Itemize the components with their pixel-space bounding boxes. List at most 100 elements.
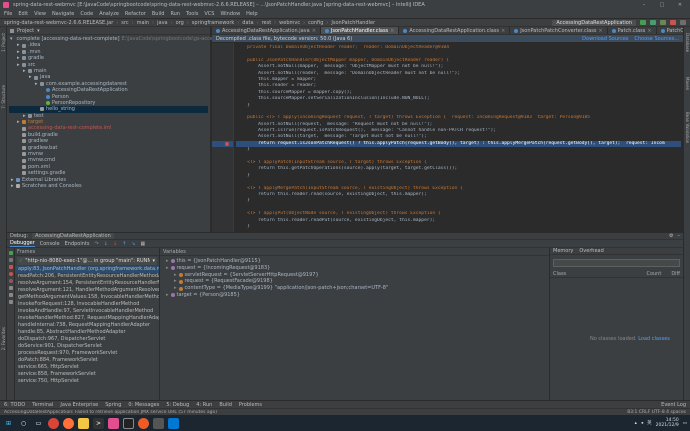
stack-frame[interactable]: processRequest:970, FrameworkServlet <box>15 350 159 357</box>
chevron-right-icon[interactable]: ▸ <box>166 258 169 265</box>
breadcrumb-item[interactable]: rest <box>262 20 272 26</box>
view-breakpoints-icon[interactable] <box>9 272 13 276</box>
chrome-icon[interactable] <box>48 417 59 429</box>
download-sources-link[interactable]: Download Sources <box>582 36 628 42</box>
stop-icon[interactable] <box>9 265 13 269</box>
notes-icon[interactable] <box>153 417 164 429</box>
stack-frame[interactable]: invokeAndHandle:97, ServletInvocableHand… <box>15 308 159 315</box>
settings-gear-icon[interactable] <box>9 293 13 297</box>
start-icon[interactable]: ⊞ <box>3 417 14 429</box>
coverage-icon[interactable] <box>660 20 666 25</box>
maximize-button[interactable]: □ <box>655 2 669 8</box>
firefox-icon[interactable] <box>63 417 74 429</box>
menu-item-help[interactable]: Help <box>246 11 257 17</box>
menu-item-view[interactable]: View <box>34 11 46 17</box>
code-line[interactable]: } <box>236 224 681 230</box>
col-class[interactable]: Class <box>553 271 566 277</box>
intellij-icon[interactable] <box>108 417 119 429</box>
chevron-down-icon[interactable]: ▾ <box>37 28 40 34</box>
gutter-line[interactable] <box>212 224 233 230</box>
search-icon[interactable] <box>680 20 686 25</box>
close-button[interactable]: ✕ <box>673 2 687 8</box>
debug-session-tab[interactable]: AccessingDataRestApplication <box>32 233 114 239</box>
clock[interactable]: 14:50 2021/12/9 <box>656 418 679 428</box>
editor-gutter[interactable] <box>212 43 234 232</box>
close-tab-icon[interactable]: × <box>598 27 602 34</box>
choose-sources-link[interactable]: Choose Sources... <box>634 36 679 42</box>
breadcrumb-item[interactable]: data <box>242 20 253 26</box>
breadcrumb-item[interactable]: java <box>157 20 167 26</box>
pause-icon[interactable] <box>9 258 13 262</box>
stack-frame[interactable]: service:750, HttpServlet <box>15 378 159 385</box>
favorites-tool-tab[interactable]: 2: Favorites <box>1 327 6 350</box>
bean-validation-tool-tab[interactable]: Bean Validation <box>685 112 690 143</box>
stack-frame[interactable]: invokeForRequest:128, InvocableHandlerMe… <box>15 301 159 308</box>
bottom-tool-tab[interactable]: 5: Debug <box>166 402 189 408</box>
editor-tab[interactable]: Patch.class × <box>608 27 657 34</box>
vscode-icon[interactable] <box>168 417 179 429</box>
menu-item-run[interactable]: Run <box>170 11 180 17</box>
chevron-right-icon[interactable]: ▸ <box>174 272 177 279</box>
stack-frame[interactable]: doService:901, DispatcherServlet <box>15 343 159 350</box>
menu-item-refactor[interactable]: Refactor <box>125 11 146 17</box>
folder-icon[interactable] <box>78 417 89 429</box>
stop-icon[interactable] <box>670 20 676 25</box>
menu-item-edit[interactable]: Edit <box>18 11 28 17</box>
variable-row[interactable]: ▸ contentType = {MediaType@9199} "applica… <box>160 285 549 292</box>
search-icon[interactable]: ○ <box>18 417 29 429</box>
stack-frame[interactable]: invokeHandlerMethod:827, RequestMappingH… <box>15 315 159 322</box>
breadcrumb-item[interactable]: config <box>308 20 323 26</box>
terminal-icon[interactable]: > <box>93 417 104 429</box>
tab-memory[interactable]: Memory <box>553 248 573 254</box>
chevron-right-icon[interactable]: ▸ <box>166 265 169 272</box>
evaluate-icon[interactable]: ▦ <box>140 241 145 247</box>
menu-item-code[interactable]: Code <box>80 11 93 17</box>
tab-console[interactable]: Console <box>40 241 60 247</box>
project-tool-tab[interactable]: 1: Project <box>1 33 6 52</box>
structure-tool-tab[interactable]: 7: Structure <box>1 85 6 109</box>
breadcrumb-item[interactable]: org <box>176 20 184 26</box>
settings-gear-icon[interactable]: ⚙ <box>669 233 673 239</box>
task-view-icon[interactable]: ▭ <box>33 417 44 429</box>
step-into-icon[interactable]: ↓ <box>104 241 108 247</box>
close-tab-icon[interactable]: × <box>647 27 651 34</box>
menu-item-build[interactable]: Build <box>152 11 165 17</box>
run-config-select[interactable]: AccessingDataRestApplication <box>552 19 636 26</box>
stack-frame[interactable]: service:665, HttpServlet <box>15 364 159 371</box>
pin-icon[interactable] <box>9 300 13 304</box>
hide-panel-icon[interactable]: – <box>678 233 681 239</box>
variable-row[interactable]: ▸ request = {RequestFacade@9198} <box>160 278 549 285</box>
breadcrumb-item[interactable]: JsonPatchHandler <box>331 20 375 26</box>
stack-frame[interactable]: apply:83, JsonPatchHandler (org.springfr… <box>15 266 159 273</box>
chevron-right-icon[interactable]: ▸ <box>174 278 177 285</box>
minimize-button[interactable]: – <box>637 2 651 8</box>
run-to-cursor-icon[interactable]: ↘ <box>131 241 135 247</box>
tree-item[interactable]: ▸ Scratches and Consoles <box>9 183 208 189</box>
tab-debugger[interactable]: Debugger <box>10 240 35 247</box>
editor-tab[interactable]: JsonPatchPatchConverter.class × <box>510 27 608 34</box>
close-tab-icon[interactable]: × <box>501 27 505 34</box>
volume-icon[interactable]: ◂ <box>641 421 643 426</box>
breadcrumb-item[interactable]: webmvc <box>279 20 300 26</box>
bottom-tool-tab[interactable]: Spring <box>105 402 121 408</box>
menu-item-navigate[interactable]: Navigate <box>52 11 74 17</box>
class-search-input[interactable] <box>553 259 680 267</box>
stack-frame[interactable]: readPatch:206, PersistentEntityResourceH… <box>15 273 159 280</box>
database-tool-tab[interactable]: Database <box>685 33 690 52</box>
tab-overhead[interactable]: Overhead <box>579 248 603 254</box>
bottom-tool-tab[interactable]: Build <box>219 402 232 408</box>
ime-indicator[interactable]: 英 <box>647 420 652 426</box>
network-icon[interactable]: ▴ <box>635 421 637 426</box>
editor-tab[interactable]: AccessingDataRestApplication.java × <box>212 27 321 34</box>
editor-tab[interactable]: PatchOperation.class× <box>657 27 683 34</box>
run-icon[interactable] <box>640 20 646 25</box>
force-step-into-icon[interactable]: ↓ <box>113 241 117 247</box>
load-classes-link[interactable]: Load classes <box>638 336 670 342</box>
bottom-tool-tab[interactable]: Problems <box>239 402 262 408</box>
chevron-right-icon[interactable]: ▸ <box>174 285 177 292</box>
menu-item-tools[interactable]: Tools <box>186 11 198 17</box>
camera-icon[interactable] <box>9 286 13 290</box>
menu-item-window[interactable]: Window <box>220 11 240 17</box>
tab-endpoints[interactable]: Endpoints <box>65 241 90 247</box>
resume-icon[interactable] <box>9 251 13 255</box>
